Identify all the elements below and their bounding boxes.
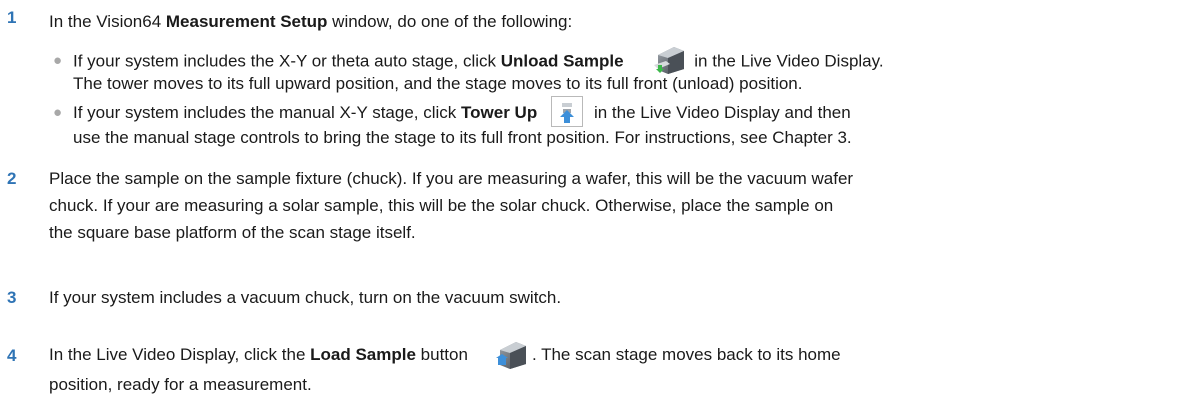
step-number: 4 <box>7 346 17 365</box>
bullet-text-part: in the Live Video Display and then <box>589 103 851 122</box>
step-text: Place the sample on the sample fixture (… <box>49 165 1179 246</box>
step-text-part: In the Live Video Display, click the <box>49 345 311 364</box>
unload-sample-icon[interactable] <box>652 43 686 75</box>
step-number: 2 <box>7 169 17 188</box>
bullet-text-part: If your system includes the manual X-Y s… <box>73 103 462 122</box>
step-text-line: position, ready for a measurement. <box>49 375 312 394</box>
bullet-dot: ● <box>53 104 63 121</box>
load-sample-icon[interactable] <box>494 338 528 370</box>
step-number: 1 <box>7 8 17 27</box>
step-text: In the Vision64 Measurement Setup window… <box>49 8 1179 35</box>
bullet-text: If your system includes the manual X-Y s… <box>73 96 1178 148</box>
bullet-text-part: in the Live Video Display. <box>689 51 884 71</box>
bullet-text-line: use the manual stage controls to bring t… <box>73 128 852 147</box>
step-text-part: In the Vision64 <box>49 12 166 31</box>
bullet-text-part: If your system includes the X-Y or theta… <box>73 51 501 71</box>
step-text-part: . The scan stage moves back to its home <box>531 345 841 364</box>
button-name: Unload Sample <box>500 51 624 71</box>
step-number: 3 <box>7 288 17 307</box>
step-text-line: the square base platform of the scan sta… <box>49 223 416 242</box>
step-text-line: chuck. If your are measuring a solar sam… <box>49 196 834 215</box>
bullet-dot: ● <box>53 52 63 69</box>
button-name: Load Sample <box>310 345 416 364</box>
step-text: In the Live Video Display, click the Loa… <box>49 338 1179 398</box>
bullet-text: If your system includes the X-Y or theta… <box>73 46 1178 94</box>
step-text-line: Place the sample on the sample fixture (… <box>49 169 854 188</box>
tower-up-icon[interactable] <box>551 96 584 128</box>
bullet-text-line: The tower moves to its full upward posit… <box>73 74 803 93</box>
button-name: Tower Up <box>461 103 538 122</box>
step-text-part: button <box>415 345 468 364</box>
step-text-part: window, do one of the following: <box>327 12 573 31</box>
window-name: Measurement Setup <box>165 12 328 31</box>
step-text: If your system includes a vacuum chuck, … <box>49 288 562 307</box>
